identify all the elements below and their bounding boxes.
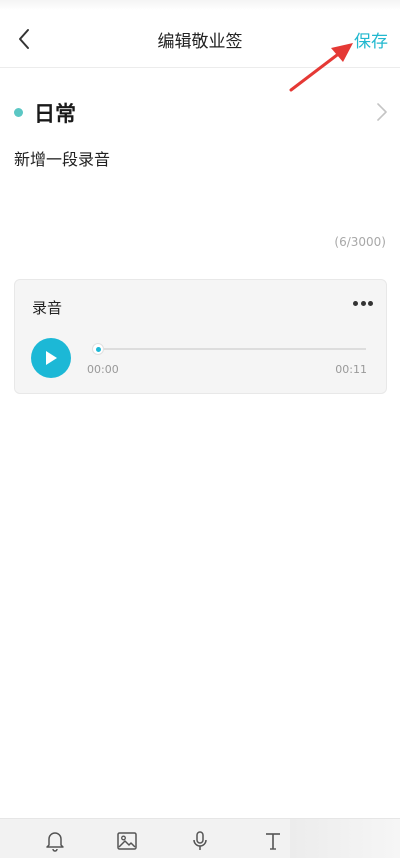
edit-note-screen: 编辑敬业签 保存 日常 新增一段录音 (6/3000) 录音 00:00 00:… <box>0 0 400 858</box>
char-count: (6/3000) <box>334 235 386 249</box>
more-dot <box>360 300 366 306</box>
toolbar-blurred-area <box>290 819 400 858</box>
category-label: 日常 <box>34 102 76 126</box>
microphone-icon <box>193 831 207 850</box>
chevron-right-icon <box>377 103 387 121</box>
audio-title: 录音 <box>32 299 63 317</box>
bottom-toolbar <box>0 818 400 858</box>
bell-icon <box>46 832 64 852</box>
text-icon <box>266 833 280 850</box>
more-dot <box>368 300 373 306</box>
insert-image-button[interactable] <box>115 829 139 853</box>
play-button[interactable] <box>31 338 71 378</box>
category-selector[interactable]: 日常 <box>0 96 400 130</box>
audio-time-current: 00:00 <box>87 363 119 376</box>
text-format-button[interactable] <box>261 829 285 853</box>
audio-recording-card: 录音 00:00 00:11 <box>14 279 387 394</box>
more-options-button[interactable] <box>350 294 376 312</box>
annotation-arrow-icon <box>289 43 353 92</box>
status-bar-fade <box>0 0 400 10</box>
note-content-text[interactable]: 新增一段录音 <box>14 146 110 170</box>
category-dot <box>14 108 23 117</box>
more-dot <box>353 300 358 306</box>
audio-progress-handle[interactable] <box>92 343 105 355</box>
reminder-button[interactable] <box>43 829 67 853</box>
record-audio-button[interactable] <box>188 829 212 853</box>
play-icon <box>46 351 57 365</box>
image-icon <box>117 832 137 850</box>
audio-time-total: 00:11 <box>335 363 367 376</box>
save-button[interactable]: 保存 <box>354 27 388 52</box>
audio-progress-slider[interactable] <box>92 343 366 355</box>
